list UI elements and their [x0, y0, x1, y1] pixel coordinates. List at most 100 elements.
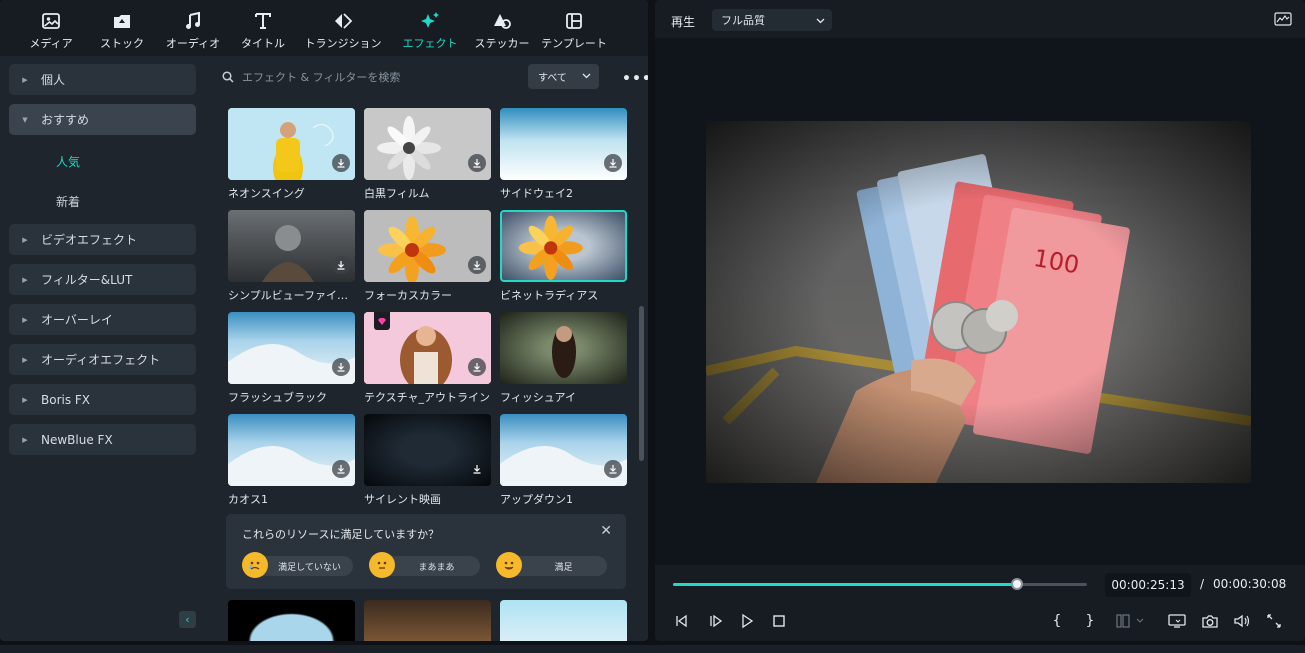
display-settings-button[interactable] — [1167, 611, 1187, 631]
caret-right-icon: ▶ — [22, 395, 28, 404]
filter-dropdown[interactable]: すべて — [528, 64, 599, 89]
more-options-button[interactable]: ••• — [622, 71, 648, 87]
tab-label: タイトル — [241, 37, 285, 50]
sidebar-item-label: NewBlue FX — [41, 432, 113, 447]
scrubber-handle[interactable] — [1010, 578, 1023, 590]
survey-option-satisfied[interactable]: 満足 — [496, 552, 607, 578]
tab-effect[interactable]: エフェクト — [392, 0, 468, 56]
feedback-survey: これらのリソースに満足していますか？ ✕ 満足していない まあまあ 満足 — [226, 514, 626, 589]
tab-template[interactable]: テンプレート — [536, 0, 612, 56]
close-icon[interactable]: ✕ — [600, 523, 612, 539]
tab-label: ステッカー — [474, 37, 530, 50]
download-icon[interactable] — [332, 460, 350, 478]
insert-menu-button[interactable] — [1113, 611, 1147, 631]
caret-right-icon: ▶ — [22, 435, 28, 444]
quality-dropdown[interactable]: フル品質 — [712, 9, 832, 31]
snapshot-button[interactable] — [1200, 611, 1220, 631]
premium-gem-icon — [374, 312, 390, 330]
sidebar-item-boris-fx[interactable]: ▶ Boris FX — [9, 384, 196, 415]
sidebar-subitem-popular[interactable]: 人気 — [56, 153, 80, 170]
play-button[interactable] — [737, 611, 757, 631]
tab-sticker[interactable]: ステッカー — [468, 0, 536, 56]
download-icon[interactable] — [468, 358, 486, 376]
timeline-scrubber[interactable] — [673, 578, 1087, 590]
effect-name: サイレント映画 — [364, 493, 441, 506]
sidebar-item-audio-effects[interactable]: ▶ オーディオエフェクト — [9, 344, 196, 375]
caret-down-icon: ▼ — [22, 115, 28, 124]
volume-button[interactable] — [1232, 611, 1252, 631]
download-icon[interactable] — [604, 154, 622, 172]
effect-thumbnail — [500, 210, 627, 282]
download-icon[interactable] — [332, 358, 350, 376]
sidebar-item-label: 個人 — [41, 73, 66, 87]
sidebar-item-label: オーバーレイ — [41, 313, 113, 327]
video-preview[interactable]: 100 — [706, 121, 1251, 483]
next-frame-icon — [710, 614, 723, 628]
neutral-face-icon — [369, 552, 395, 578]
monitor-icon — [1168, 614, 1186, 628]
caret-right-icon: ▶ — [22, 235, 28, 244]
tab-title[interactable]: タイトル — [232, 0, 294, 56]
effects-content: すべて ••• ネオンスイング — [210, 56, 648, 641]
fullscreen-button[interactable] — [1264, 611, 1284, 631]
tab-stock[interactable]: ストック — [90, 0, 154, 56]
sidebar-item-video-effects[interactable]: ▶ ビデオエフェクト — [9, 224, 196, 255]
sidebar-item-recommended[interactable]: ▼ おすすめ — [9, 104, 196, 135]
tab-audio[interactable]: オーディオ — [154, 0, 232, 56]
survey-option-unsatisfied[interactable]: 満足していない — [242, 552, 353, 578]
music-note-icon — [182, 10, 204, 32]
effect-thumbnail — [500, 312, 627, 384]
tab-transition[interactable]: トランジション — [294, 0, 392, 56]
effect-name: カオス1 — [228, 493, 268, 506]
collapse-sidebar-button[interactable]: ‹ — [179, 611, 196, 628]
tab-label: ストック — [100, 37, 144, 50]
camera-icon — [1202, 615, 1218, 628]
effect-card-partial[interactable] — [364, 600, 491, 641]
total-duration: 00:00:30:08 — [1213, 577, 1287, 591]
download-icon[interactable] — [332, 256, 350, 274]
sidebar-item-personal[interactable]: ▶ 個人 — [9, 64, 196, 95]
mark-out-button[interactable]: } — [1080, 611, 1100, 631]
tab-label: メディア — [29, 37, 73, 50]
previous-frame-button[interactable] — [672, 611, 692, 631]
next-frame-button[interactable] — [705, 611, 725, 631]
category-nav: メディア ストック オーディオ タイトル トランジション エフェクト ステッカー… — [0, 0, 648, 56]
media-icon — [40, 10, 62, 32]
download-icon[interactable] — [468, 460, 486, 478]
download-icon[interactable] — [332, 154, 350, 172]
caret-right-icon: ▶ — [22, 315, 28, 324]
current-time[interactable]: 00:00:25:13 — [1105, 573, 1191, 597]
time-separator: / — [1200, 577, 1205, 591]
download-icon[interactable] — [468, 256, 486, 274]
waveform-scope-icon[interactable] — [1274, 11, 1292, 30]
chevron-down-icon — [816, 15, 825, 28]
caret-right-icon: ▶ — [22, 275, 28, 284]
effect-name: アップダウン1 — [500, 493, 573, 506]
download-icon[interactable] — [604, 460, 622, 478]
grid-scrollbar[interactable] — [639, 306, 644, 461]
insert-clip-icon — [1116, 614, 1144, 628]
tab-label: オーディオ — [165, 37, 221, 50]
tab-label: テンプレート — [541, 37, 607, 50]
survey-option-neutral[interactable]: まあまあ — [369, 552, 480, 578]
search-input[interactable] — [242, 70, 512, 84]
expand-icon — [1267, 614, 1281, 628]
tab-media[interactable]: メディア — [12, 0, 90, 56]
mark-in-button[interactable]: { — [1047, 611, 1067, 631]
effect-name: シンプルビューファインダー — [228, 289, 355, 302]
play-icon — [742, 613, 754, 629]
download-icon[interactable] — [468, 154, 486, 172]
effect-sparkle-icon — [419, 10, 441, 32]
crying-face-icon — [242, 552, 268, 578]
sidebar-subitem-new[interactable]: 新着 — [56, 193, 80, 210]
survey-question: これらのリソースに満足していますか？ — [242, 528, 440, 541]
sidebar-item-newblue-fx[interactable]: ▶ NewBlue FX — [9, 424, 196, 455]
sidebar-item-filter-lut[interactable]: ▶ フィルター&LUT — [9, 264, 196, 295]
sidebar-item-overlay[interactable]: ▶ オーバーレイ — [9, 304, 196, 335]
effect-name: フィッシュアイ — [500, 391, 577, 404]
effect-name: ネオンスイング — [228, 187, 305, 200]
effect-card-partial[interactable] — [228, 600, 355, 641]
stop-button[interactable] — [769, 611, 789, 631]
effect-card-partial[interactable] — [500, 600, 627, 641]
caret-right-icon: ▶ — [22, 75, 28, 84]
